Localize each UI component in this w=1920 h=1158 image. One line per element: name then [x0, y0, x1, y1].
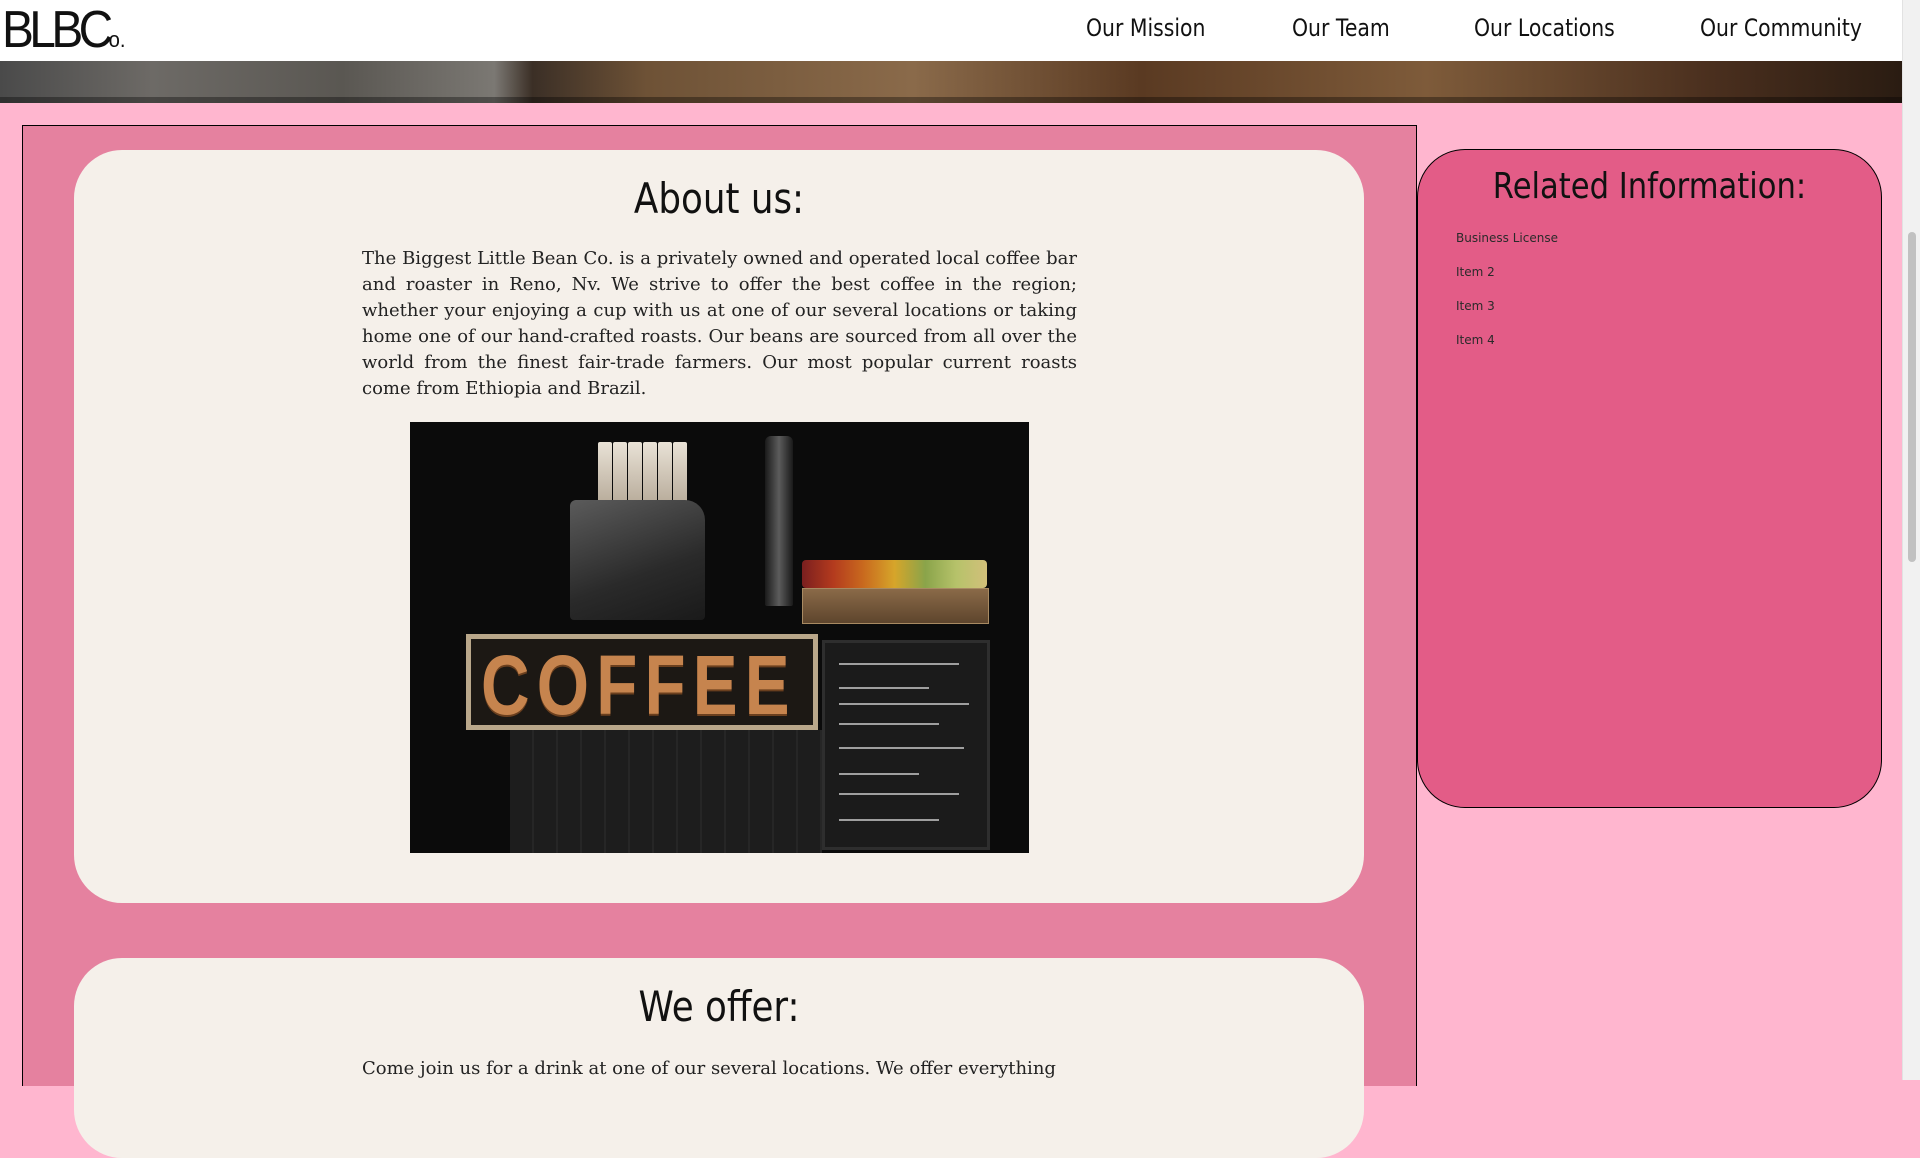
coffee-sign-text: COFFEE [481, 638, 797, 732]
bottle [765, 436, 793, 606]
related-info-sidebar: Related Information: Business License It… [1417, 149, 1882, 808]
logo-suffix: o. [108, 27, 126, 52]
site-header: BLBCo. Our Mission Our Team Our Location… [0, 0, 1902, 61]
counter [510, 730, 822, 853]
nav-our-community[interactable]: Our Community [1700, 14, 1862, 42]
cups-stack [598, 442, 688, 502]
sidebar-item-2[interactable]: Item 2 [1456, 265, 1495, 279]
main-content: About us: The Biggest Little Bean Co. is… [22, 125, 1417, 1158]
hero-banner-image [0, 61, 1902, 103]
about-text: The Biggest Little Bean Co. is a private… [362, 248, 1077, 399]
sidebar-item-4[interactable]: Item 4 [1456, 333, 1495, 347]
sidebar-title: Related Information: [1492, 166, 1807, 207]
nav-our-mission[interactable]: Our Mission [1086, 14, 1205, 42]
wooden-crate [802, 588, 989, 624]
espresso-machine [570, 500, 705, 620]
page-scrollbar[interactable] [1902, 0, 1920, 1080]
nav-our-team[interactable]: Our Team [1292, 14, 1390, 42]
offer-card: We offer: Come join us for a drink at on… [74, 958, 1364, 1158]
offer-title: We offer: [638, 982, 800, 1031]
logo-text: BLBC [2, 1, 113, 59]
about-card: About us: The Biggest Little Bean Co. is… [74, 150, 1364, 903]
scrollbar-thumb[interactable] [1908, 232, 1916, 562]
coffee-photo: COFFEE [410, 422, 1029, 853]
nav-our-locations[interactable]: Our Locations [1474, 14, 1615, 42]
sidebar-item-3[interactable]: Item 3 [1456, 299, 1495, 313]
drinks-menu-board [822, 640, 990, 850]
sidebar-item-business-license[interactable]: Business License [1456, 231, 1558, 245]
coffee-sign: COFFEE [466, 634, 818, 732]
site-logo[interactable]: BLBCo. [2, 4, 125, 66]
about-title: About us: [633, 174, 805, 223]
offer-text: Come join us for a drink at one of our s… [362, 1058, 1056, 1079]
juice-jars [802, 560, 987, 588]
